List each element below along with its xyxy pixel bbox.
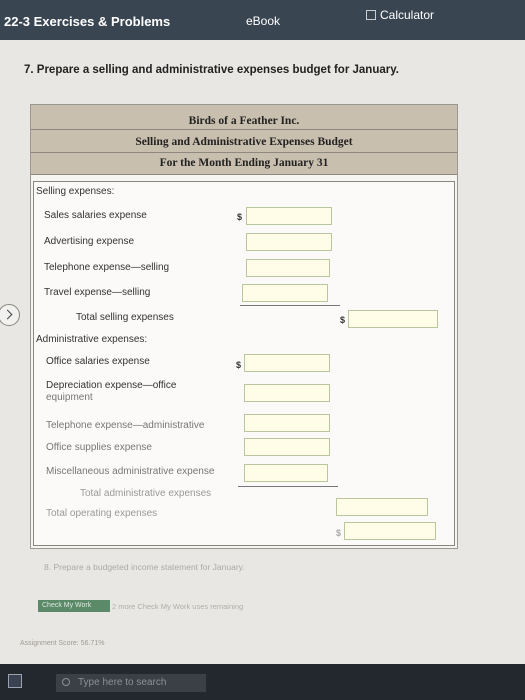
budget-period: For the Month Ending January 31	[159, 157, 329, 169]
company-name: Birds of a Feather Inc.	[188, 115, 300, 127]
telephone-selling-label: Telephone expense—selling	[44, 262, 170, 273]
top-bar: 22-3 Exercises & Problems eBook Calculat…	[0, 0, 525, 40]
subtotal-rule	[240, 305, 340, 306]
calculator-icon	[366, 10, 376, 20]
subtotal-rule	[238, 486, 338, 487]
office-supplies-input[interactable]	[244, 438, 330, 456]
budget-panel: Birds of a Feather Inc. Selling and Admi…	[30, 104, 458, 549]
ebook-tab[interactable]: eBook	[246, 14, 280, 28]
part-8-instruction: 8. Prepare a budgeted income statement f…	[44, 562, 245, 572]
office-salaries-label: Office salaries expense	[46, 356, 150, 367]
advertising-input[interactable]	[246, 233, 332, 251]
windows-start-icon[interactable]	[8, 674, 22, 688]
check-uses-remaining: 2 more Check My Work uses remaining	[112, 602, 244, 611]
depreciation-label: Depreciation expense—office	[46, 380, 177, 391]
assignment-score: Assignment Score: 56.71%	[20, 640, 105, 647]
total-admin-label: Total administrative expenses	[80, 488, 212, 499]
header-divider	[31, 129, 457, 130]
total-selling-label: Total selling expenses	[76, 312, 174, 323]
telephone-admin-input[interactable]	[244, 414, 330, 432]
calculator-button[interactable]: Calculator	[366, 8, 434, 22]
telephone-admin-label: Telephone expense—administrative	[46, 420, 205, 431]
misc-admin-label: Miscellaneous administrative expense	[46, 466, 215, 477]
total-selling-input[interactable]	[348, 310, 438, 328]
budget-header: Birds of a Feather Inc. Selling and Admi…	[31, 105, 457, 175]
budget-body: Selling expenses: Sales salaries expense…	[33, 181, 455, 546]
chevron-right-icon[interactable]	[0, 304, 20, 326]
header-divider	[31, 152, 457, 153]
question-text: 7. Prepare a selling and administrative …	[24, 64, 399, 76]
travel-selling-label: Travel expense—selling	[44, 287, 151, 298]
depreciation-input[interactable]	[244, 384, 330, 402]
currency-sign: $	[340, 315, 346, 325]
misc-admin-input[interactable]	[244, 464, 328, 482]
search-icon	[62, 678, 70, 686]
sales-salaries-label: Sales salaries expense	[44, 210, 147, 221]
administrative-expenses-heading: Administrative expenses:	[36, 334, 148, 345]
advertising-label: Advertising expense	[44, 236, 135, 247]
calculator-label: Calculator	[380, 8, 435, 22]
currency-sign: $	[236, 360, 242, 370]
total-admin-input[interactable]	[336, 498, 428, 516]
taskbar-search-input[interactable]: Type here to search	[56, 674, 206, 692]
budget-title: Selling and Administrative Expenses Budg…	[135, 136, 353, 148]
check-my-work-button[interactable]: Check My Work	[38, 600, 110, 612]
sales-salaries-input[interactable]	[246, 207, 332, 225]
currency-sign: $	[336, 528, 342, 538]
telephone-selling-input[interactable]	[246, 259, 330, 277]
assignment-title: 22-3 Exercises & Problems	[4, 14, 171, 29]
travel-selling-input[interactable]	[242, 284, 328, 302]
office-salaries-input[interactable]	[244, 354, 330, 372]
windows-taskbar: Type here to search	[0, 664, 525, 700]
currency-sign: $	[237, 212, 243, 222]
selling-expenses-heading: Selling expenses:	[36, 186, 115, 197]
office-supplies-label: Office supplies expense	[46, 442, 152, 453]
depreciation-label-continued: equipment	[46, 392, 93, 403]
total-operating-label: Total operating expenses	[46, 508, 158, 519]
total-operating-input[interactable]	[344, 522, 436, 540]
